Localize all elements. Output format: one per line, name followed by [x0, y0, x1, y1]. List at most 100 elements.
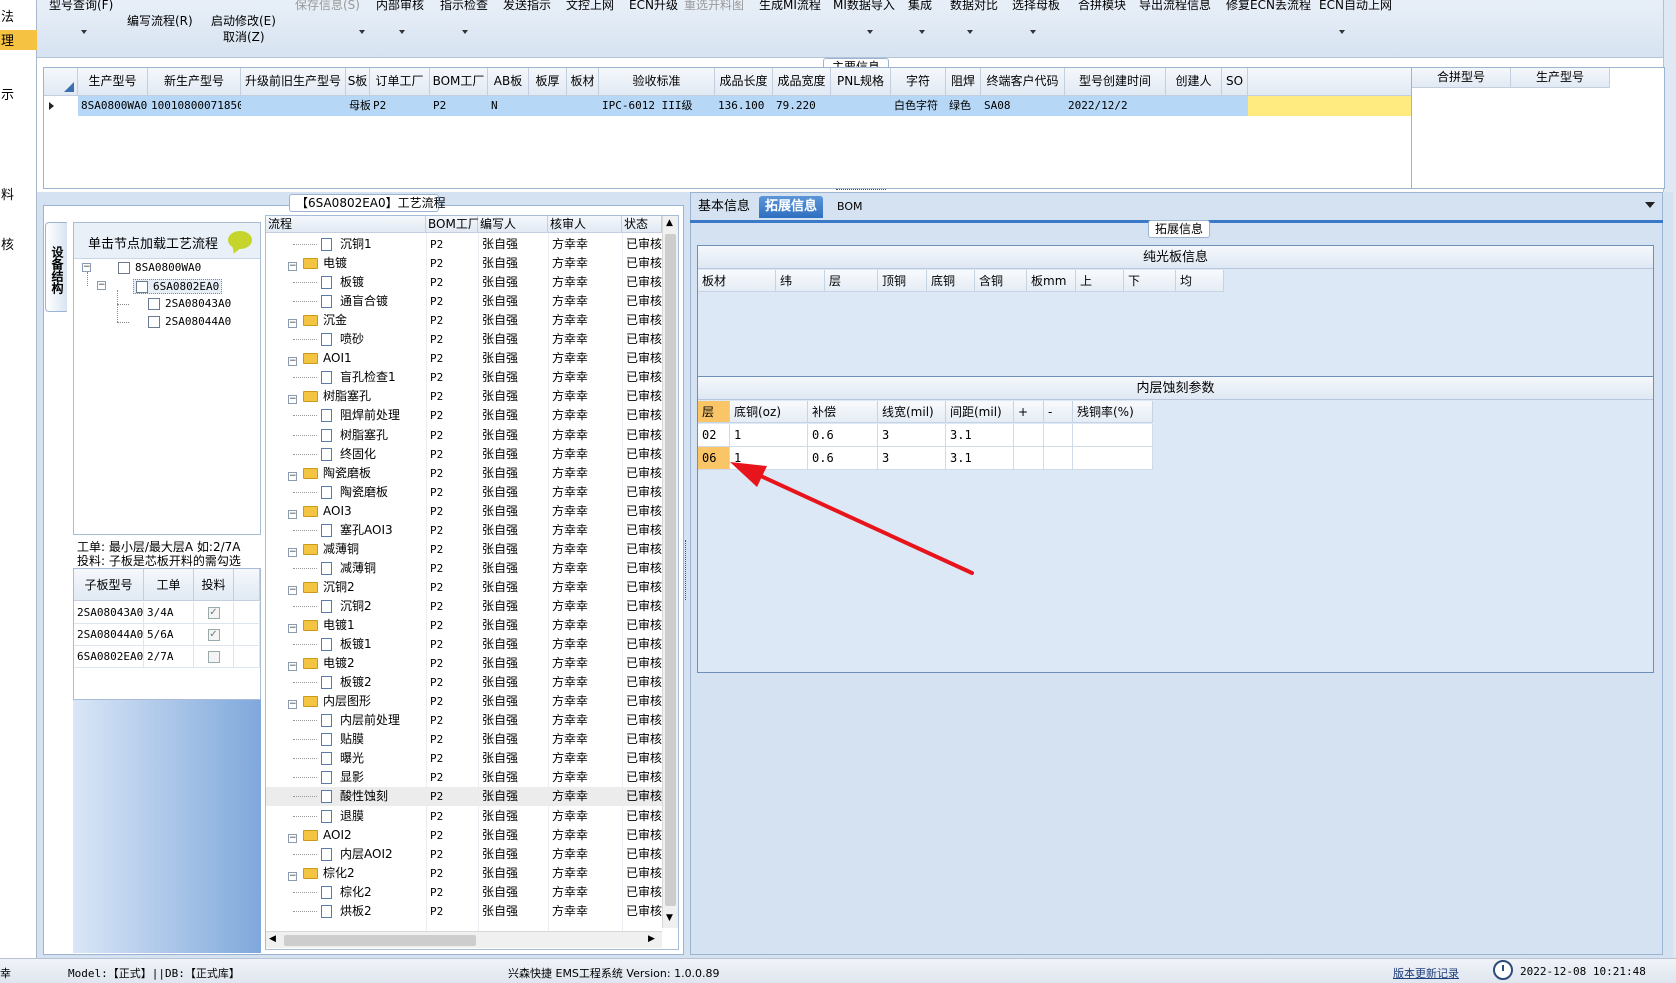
- main-col-header[interactable]: BOM工厂: [430, 68, 488, 96]
- flow-name-cell[interactable]: 贴膜: [266, 730, 426, 749]
- flow-bom-cell[interactable]: P2: [430, 254, 476, 273]
- flow-bom-cell[interactable]: P2: [430, 749, 476, 768]
- flow-reviewer-cell[interactable]: 方幸幸: [552, 578, 620, 597]
- sub-col-header[interactable]: 工单: [144, 569, 194, 601]
- main-col-header[interactable]: 成品长度: [715, 68, 773, 96]
- flow-status-cell[interactable]: 已审核: [626, 616, 662, 635]
- main-cell[interactable]: [1222, 96, 1248, 116]
- flow-row[interactable]: − 内层图形 P2 张自强 方幸幸 已审核: [266, 692, 662, 711]
- flow-reviewer-cell[interactable]: 方幸幸: [552, 845, 620, 864]
- flow-reviewer-cell[interactable]: 方幸幸: [552, 749, 620, 768]
- flow-scroll-thumb[interactable]: [665, 234, 676, 906]
- inner-etch-col[interactable]: 间距(mil): [946, 401, 1014, 423]
- flow-reviewer-cell[interactable]: 方幸幸: [552, 254, 620, 273]
- flow-row[interactable]: 树脂塞孔 P2 张自强 方幸幸 已审核: [266, 426, 662, 445]
- flow-writer-cell[interactable]: 张自强: [482, 349, 546, 368]
- flow-writer-cell[interactable]: 张自强: [482, 749, 546, 768]
- flow-name-cell[interactable]: 沉铜1: [266, 235, 426, 254]
- flow-reviewer-cell[interactable]: 方幸幸: [552, 597, 620, 616]
- flow-row[interactable]: 烘板2 P2 张自强 方幸幸 已审核: [266, 902, 662, 921]
- flow-writer-cell[interactable]: 张自强: [482, 635, 546, 654]
- plain-board-col[interactable]: 顶铜: [878, 270, 927, 292]
- tab-bom[interactable]: BOM: [831, 196, 869, 218]
- flow-name-cell[interactable]: 酸性蚀刻: [266, 787, 426, 806]
- collapse-icon[interactable]: −: [288, 700, 297, 710]
- flow-node-label[interactable]: AOI2: [323, 828, 352, 842]
- ribbon-item-3[interactable]: 取消(Z): [223, 30, 265, 44]
- flow-node-label[interactable]: 内层图形: [323, 694, 371, 708]
- collapse-icon[interactable]: −: [288, 833, 297, 843]
- inner-etch-col[interactable]: -: [1044, 401, 1073, 423]
- ribbon-item-0[interactable]: 型号查询(F): [49, 0, 113, 12]
- flow-bom-cell[interactable]: P2: [430, 654, 476, 673]
- flow-row[interactable]: 内层前处理 P2 张自强 方幸幸 已审核: [266, 711, 662, 730]
- ribbon-item-19[interactable]: ECN自动上网: [1319, 0, 1392, 12]
- flow-bom-cell[interactable]: P2: [430, 502, 476, 521]
- sidebar-item-5[interactable]: 核: [0, 234, 37, 254]
- flow-writer-cell[interactable]: 张自强: [482, 483, 546, 502]
- flow-bom-cell[interactable]: P2: [430, 635, 476, 654]
- flow-name-cell[interactable]: 树脂塞孔: [266, 426, 426, 445]
- flow-name-cell[interactable]: 减薄铜: [266, 559, 426, 578]
- flow-node-label[interactable]: 沉铜2: [323, 580, 355, 594]
- flow-row[interactable]: 盲孔检查1 P2 张自强 方幸幸 已审核: [266, 368, 662, 387]
- flow-node-label[interactable]: 陶瓷磨板: [323, 466, 371, 480]
- ribbon-item-13[interactable]: 集成: [908, 0, 932, 12]
- collapse-icon[interactable]: −: [288, 471, 297, 481]
- flow-reviewer-cell[interactable]: 方幸幸: [552, 273, 620, 292]
- flow-status-cell[interactable]: 已审核: [626, 902, 662, 921]
- sidebar-item-2[interactable]: 示: [0, 84, 37, 104]
- collapse-icon[interactable]: −: [288, 662, 297, 672]
- sub-order-cell[interactable]: 3/4A: [144, 602, 194, 624]
- flow-reviewer-cell[interactable]: 方幸幸: [552, 768, 620, 787]
- flow-bom-cell[interactable]: P2: [430, 368, 476, 387]
- flow-bom-cell[interactable]: P2: [430, 235, 476, 254]
- node-checkbox[interactable]: [136, 281, 148, 293]
- flow-row[interactable]: 贴膜 P2 张自强 方幸幸 已审核: [266, 730, 662, 749]
- flow-name-cell[interactable]: 板镀: [266, 273, 426, 292]
- inner-etch-cell[interactable]: 0.6: [808, 447, 878, 470]
- flow-writer-cell[interactable]: 张自强: [482, 845, 546, 864]
- flow-name-cell[interactable]: 内层AOI2: [266, 845, 426, 864]
- flow-reviewer-cell[interactable]: 方幸幸: [552, 787, 620, 806]
- plain-board-col[interactable]: 板材: [698, 270, 776, 292]
- inner-etch-col[interactable]: 补偿: [808, 401, 878, 423]
- inner-etch-cell[interactable]: 3: [878, 447, 946, 470]
- main-cell[interactable]: 绿色: [946, 96, 981, 116]
- flow-name-cell[interactable]: − 沉铜2: [266, 578, 426, 597]
- node-checkbox[interactable]: [148, 316, 160, 328]
- flow-bom-cell[interactable]: P2: [430, 387, 476, 406]
- flow-reviewer-cell[interactable]: 方幸幸: [552, 426, 620, 445]
- main-cell[interactable]: [241, 96, 346, 116]
- flow-bom-cell[interactable]: P2: [430, 349, 476, 368]
- flow-status-cell[interactable]: 已审核: [626, 597, 662, 616]
- plain-board-col[interactable]: 层: [825, 270, 878, 292]
- flow-row[interactable]: 板镀 P2 张自强 方幸幸 已审核: [266, 273, 662, 292]
- flow-bom-cell[interactable]: P2: [430, 864, 476, 883]
- scroll-right-icon[interactable]: ▶: [648, 934, 655, 944]
- main-col-header[interactable]: 订单工厂: [370, 68, 430, 96]
- flow-status-cell[interactable]: 已审核: [626, 883, 662, 902]
- flow-row[interactable]: 沉铜1 P2 张自强 方幸幸 已审核: [266, 235, 662, 254]
- flow-status-cell[interactable]: 已审核: [626, 521, 662, 540]
- flow-col-header[interactable]: 流程: [266, 216, 426, 233]
- flow-node-label[interactable]: 喷砂: [340, 332, 364, 346]
- inner-etch-col[interactable]: 残铜率(%): [1073, 401, 1153, 423]
- ribbon-dropdown-icon[interactable]: [81, 30, 87, 34]
- flow-writer-cell[interactable]: 张自强: [482, 273, 546, 292]
- flow-name-cell[interactable]: − 树脂塞孔: [266, 387, 426, 406]
- flow-node-label[interactable]: 棕化2: [340, 885, 372, 899]
- main-cell[interactable]: N: [488, 96, 529, 116]
- inner-etch-cell[interactable]: [1073, 447, 1153, 470]
- feed-checkbox[interactable]: ✓: [207, 607, 220, 619]
- main-col-header[interactable]: PNL规格: [831, 68, 891, 96]
- flow-writer-cell[interactable]: 张自强: [482, 330, 546, 349]
- flow-writer-cell[interactable]: 张自强: [482, 692, 546, 711]
- ribbon-item-15[interactable]: 选择母板: [1012, 0, 1060, 12]
- flow-writer-cell[interactable]: 张自强: [482, 807, 546, 826]
- flow-reviewer-cell[interactable]: 方幸幸: [552, 292, 620, 311]
- flow-status-cell[interactable]: 已审核: [626, 387, 662, 406]
- flow-row[interactable]: 陶瓷磨板 P2 张自强 方幸幸 已审核: [266, 483, 662, 502]
- main-cell[interactable]: 10010800071850: [148, 96, 241, 116]
- main-col-header[interactable]: SO: [1222, 68, 1248, 96]
